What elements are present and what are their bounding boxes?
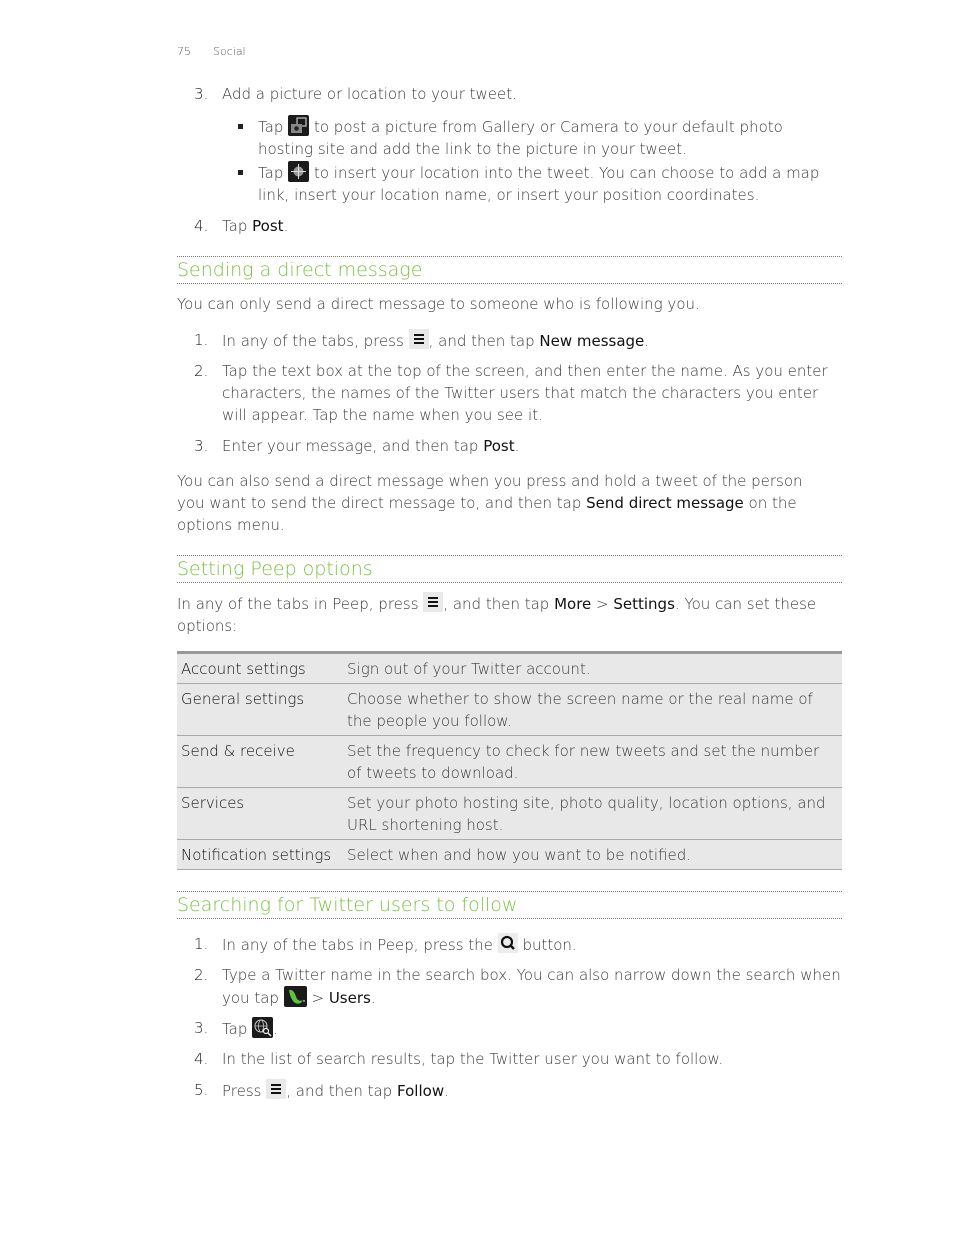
ui-term: Post	[483, 437, 515, 455]
menu-icon	[266, 1079, 287, 1099]
ui-term: New message	[539, 332, 645, 350]
step-number: 4.	[194, 1050, 209, 1068]
page-header: 75 Social	[177, 45, 246, 58]
step-text: .	[273, 1020, 278, 1038]
setting-name: Send & receive	[177, 735, 343, 788]
step-text: In any of the tabs, press	[222, 332, 409, 350]
peep-bird-icon	[283, 986, 307, 1007]
step-text: , and then tap	[286, 1082, 398, 1100]
ui-term: Send direct message	[586, 494, 744, 512]
setting-description: Set the frequency to check for new tweet…	[343, 735, 842, 788]
bullet-text-pre: Tap	[258, 118, 284, 136]
bullet-marker	[238, 170, 243, 175]
step-number: 1.	[194, 331, 209, 349]
step-text: .	[444, 1082, 449, 1100]
table-row: Send & receive Set the frequency to check…	[177, 735, 842, 788]
step-text: button.	[517, 936, 577, 954]
step-number: 2.	[194, 966, 209, 984]
step-number: 2.	[194, 362, 209, 380]
table-row: Services Set your photo hosting site, pho…	[177, 787, 842, 840]
step-text: Tap the text box at the top of the scree…	[222, 362, 828, 424]
separator: >	[306, 989, 329, 1007]
step-text: .	[644, 332, 650, 350]
ui-term: Post	[252, 217, 284, 235]
page-number: 75	[177, 45, 191, 58]
list-item: 2. Tap the text box at the top of the sc…	[177, 360, 842, 426]
globe-search-icon	[252, 1017, 274, 1038]
step-text: Enter your message, and then tap	[222, 437, 484, 455]
list-item: 3. Tap .	[177, 1017, 887, 1040]
section-heading: Setting Peep options	[177, 555, 842, 583]
separator: >	[591, 595, 614, 613]
search-icon	[497, 933, 518, 953]
step-text: .	[370, 989, 376, 1007]
menu-icon	[423, 592, 444, 612]
setting-description: Choose whether to show the screen name o…	[343, 683, 842, 736]
step-text: In any of the tabs in Peep, press the	[222, 936, 498, 954]
step-text: .	[283, 217, 289, 235]
list-item: 5. Press , and then tap Follow.	[177, 1079, 887, 1102]
settings-table: Account settings Sign out of your Twitter…	[177, 651, 842, 870]
section-intro: In any of the tabs in Peep, press , and …	[177, 592, 842, 637]
step-text: In the list of search results, tap the T…	[222, 1050, 724, 1068]
ui-term: Users	[328, 989, 371, 1007]
paragraph-text: In any of the tabs in Peep, press	[177, 595, 424, 613]
setting-name: Services	[177, 787, 343, 840]
camera-gallery-icon	[288, 115, 310, 136]
ui-term: Settings	[613, 595, 675, 613]
section-heading: Searching for Twitter users to follow	[177, 891, 842, 919]
step-text: Press	[222, 1082, 267, 1100]
step-number: 1.	[194, 935, 209, 953]
step-text: , and then tap	[428, 332, 540, 350]
list-item: 3. Enter your message, and then tap Post…	[177, 435, 887, 457]
paragraph-text: , and then tap	[443, 595, 555, 613]
list-item: 4. Tap Post.	[177, 215, 887, 237]
setting-description: Set your photo hosting site, photo quali…	[343, 787, 842, 840]
ui-term: Follow	[397, 1082, 445, 1100]
section-outro: You can also send a direct message when …	[177, 470, 827, 536]
setting-name: Account settings	[177, 651, 343, 684]
location-target-icon	[288, 161, 310, 182]
list-item: 2. Type a Twitter name in the search box…	[177, 964, 852, 1009]
step-number: 3.	[194, 85, 209, 103]
menu-icon	[408, 329, 429, 349]
list-item: 1. In any of the tabs in Peep, press the…	[177, 933, 887, 956]
ui-term: More	[554, 595, 592, 613]
bullet-item: Tap to insert your location into the twe…	[177, 161, 842, 206]
step-text: Tap	[222, 1020, 253, 1038]
table-row: Account settings Sign out of your Twitter…	[177, 651, 842, 684]
bullet-marker	[238, 124, 243, 129]
step-number: 3.	[194, 437, 209, 455]
section-heading: Sending a direct message	[177, 256, 842, 284]
setting-description: Sign out of your Twitter account.	[343, 651, 842, 684]
step-text: Tap	[222, 217, 253, 235]
step-number: 4.	[194, 217, 209, 235]
table-row: General settings Choose whether to show t…	[177, 683, 842, 736]
list-item: 4. In the list of search results, tap th…	[177, 1048, 887, 1070]
list-item: 3. Add a picture or location to your twe…	[177, 83, 887, 105]
chapter-title: Social	[213, 45, 246, 58]
section-intro: You can only send a direct message to so…	[177, 295, 700, 313]
step-text: Add a picture or location to your tweet.	[222, 85, 517, 103]
bullet-text: to post a picture from Gallery or Camera…	[258, 118, 783, 158]
setting-description: Select when and how you want to be notif…	[343, 839, 842, 870]
step-number: 3.	[194, 1019, 209, 1037]
bullet-text: to insert your location into the tweet. …	[258, 164, 820, 204]
setting-name: Notification settings	[177, 839, 343, 870]
table-row: Notification settings Select when and how…	[177, 839, 842, 870]
list-item: 1. In any of the tabs, press , and then …	[177, 329, 887, 352]
bullet-text-pre: Tap	[258, 164, 284, 182]
step-text: .	[514, 437, 520, 455]
bullet-item: Tap to post a picture from Gallery or Ca…	[177, 115, 842, 160]
step-number: 5.	[194, 1081, 209, 1099]
setting-name: General settings	[177, 683, 343, 736]
